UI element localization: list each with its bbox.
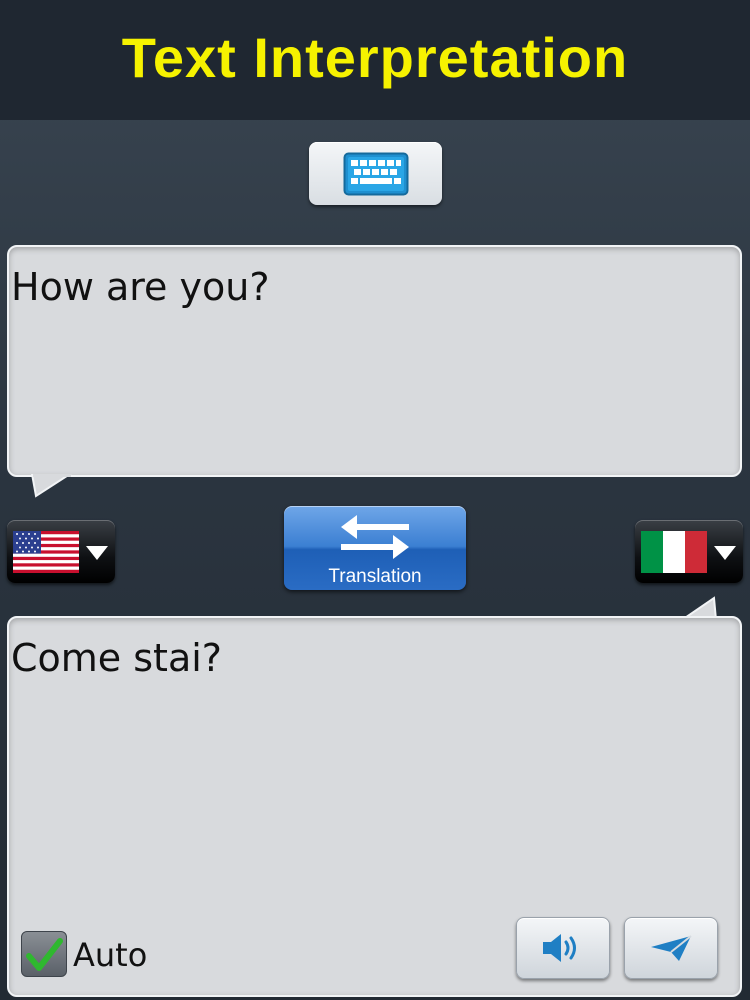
target-language-selector[interactable] bbox=[635, 520, 743, 583]
us-flag-icon bbox=[13, 531, 79, 573]
auto-checkbox[interactable] bbox=[21, 931, 67, 977]
translate-button-label: Translation bbox=[328, 566, 422, 587]
speaker-icon bbox=[543, 934, 576, 962]
keyboard-icon bbox=[343, 152, 408, 195]
source-bubble-tail bbox=[30, 474, 72, 498]
keyboard-button[interactable] bbox=[309, 142, 442, 205]
header-bar: Text Interpretation bbox=[0, 0, 750, 120]
send-icon bbox=[651, 935, 692, 961]
source-text: How are you? bbox=[11, 265, 270, 309]
chevron-down-icon bbox=[86, 546, 108, 560]
translate-button[interactable]: Translation bbox=[284, 506, 466, 590]
checkmark-icon bbox=[26, 938, 63, 971]
swap-arrows-icon bbox=[341, 515, 409, 559]
speak-button[interactable] bbox=[516, 917, 610, 979]
chevron-down-icon bbox=[714, 546, 736, 560]
source-language-selector[interactable] bbox=[7, 520, 115, 583]
page-title: Text Interpretation bbox=[121, 25, 629, 89]
send-button[interactable] bbox=[624, 917, 718, 979]
translated-text: Come stai? bbox=[11, 636, 222, 680]
italy-flag-icon bbox=[641, 531, 707, 573]
source-text-area[interactable]: How are you? bbox=[7, 245, 742, 477]
auto-label: Auto bbox=[73, 936, 148, 974]
